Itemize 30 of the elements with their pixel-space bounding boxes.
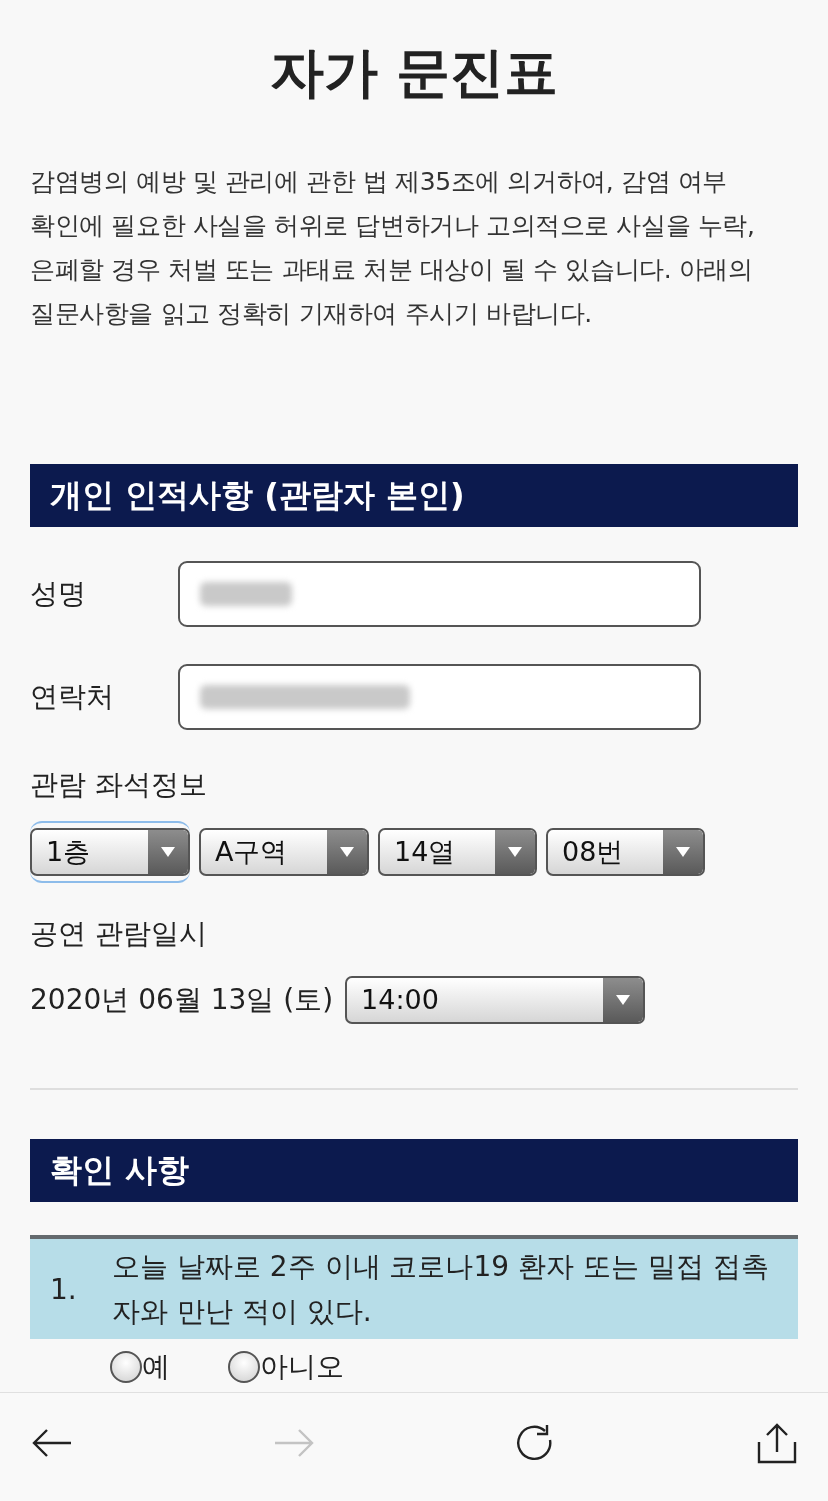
input-field[interactable] xyxy=(178,561,701,627)
time-dropdown[interactable]: 14:00 xyxy=(345,976,646,1024)
seat-dropdown[interactable]: 14열 xyxy=(378,828,537,876)
seat-dropdown[interactable]: A구역 xyxy=(199,828,369,876)
page-title: 자가 문진표 xyxy=(268,40,560,106)
back-arrow-icon xyxy=(32,1428,72,1458)
share-icon xyxy=(756,1422,797,1464)
forward-arrow-icon xyxy=(273,1428,314,1458)
caret-icon xyxy=(327,830,367,874)
question-text: 오늘 날짜로 2주 이내 코로나19 환자 또는 밀접 접촉자와 만난 적이 있다. xyxy=(112,1249,770,1330)
section-header: 개인 인적사항 (관람자 본인) xyxy=(30,464,798,527)
radio-option[interactable]: 아니오 xyxy=(228,1349,344,1385)
field-label: 공연 관람일시 xyxy=(30,916,208,952)
date-text: 2020년 06월 13일 (토) xyxy=(30,982,334,1018)
caret-icon xyxy=(603,978,644,1022)
notice-paragraph: 감염병의 예방 및 관리에 관한 법 제35조에 의거하여, 감염 여부 확인에 필요한 사실을 허위로 답변하거나 고의적으로 사실을 누락, 은폐할 경우 처벌 또는 과태료 처분 대상이 될 수 있습니다. 아래의 질문사항을 읽고 정확히 기재하여 주시기 바랍니다. xyxy=(30,166,756,330)
input-field[interactable] xyxy=(178,664,701,730)
question-number: 1. xyxy=(50,1271,78,1308)
back-button[interactable] xyxy=(32,1428,72,1458)
field-label: 연락처 xyxy=(30,679,115,715)
caret-icon xyxy=(148,830,188,874)
field-label: 관람 좌석정보 xyxy=(30,767,208,803)
caret-icon xyxy=(495,830,535,874)
field-label: 성명 xyxy=(30,576,87,612)
seat-dropdown[interactable]: 1층 xyxy=(30,828,190,876)
section-header: 확인 사항 xyxy=(30,1139,798,1202)
share-button[interactable] xyxy=(756,1422,797,1464)
caret-icon xyxy=(663,830,703,874)
seat-dropdown[interactable]: 08번 xyxy=(546,828,705,876)
radio-option[interactable]: 예 xyxy=(110,1349,170,1385)
